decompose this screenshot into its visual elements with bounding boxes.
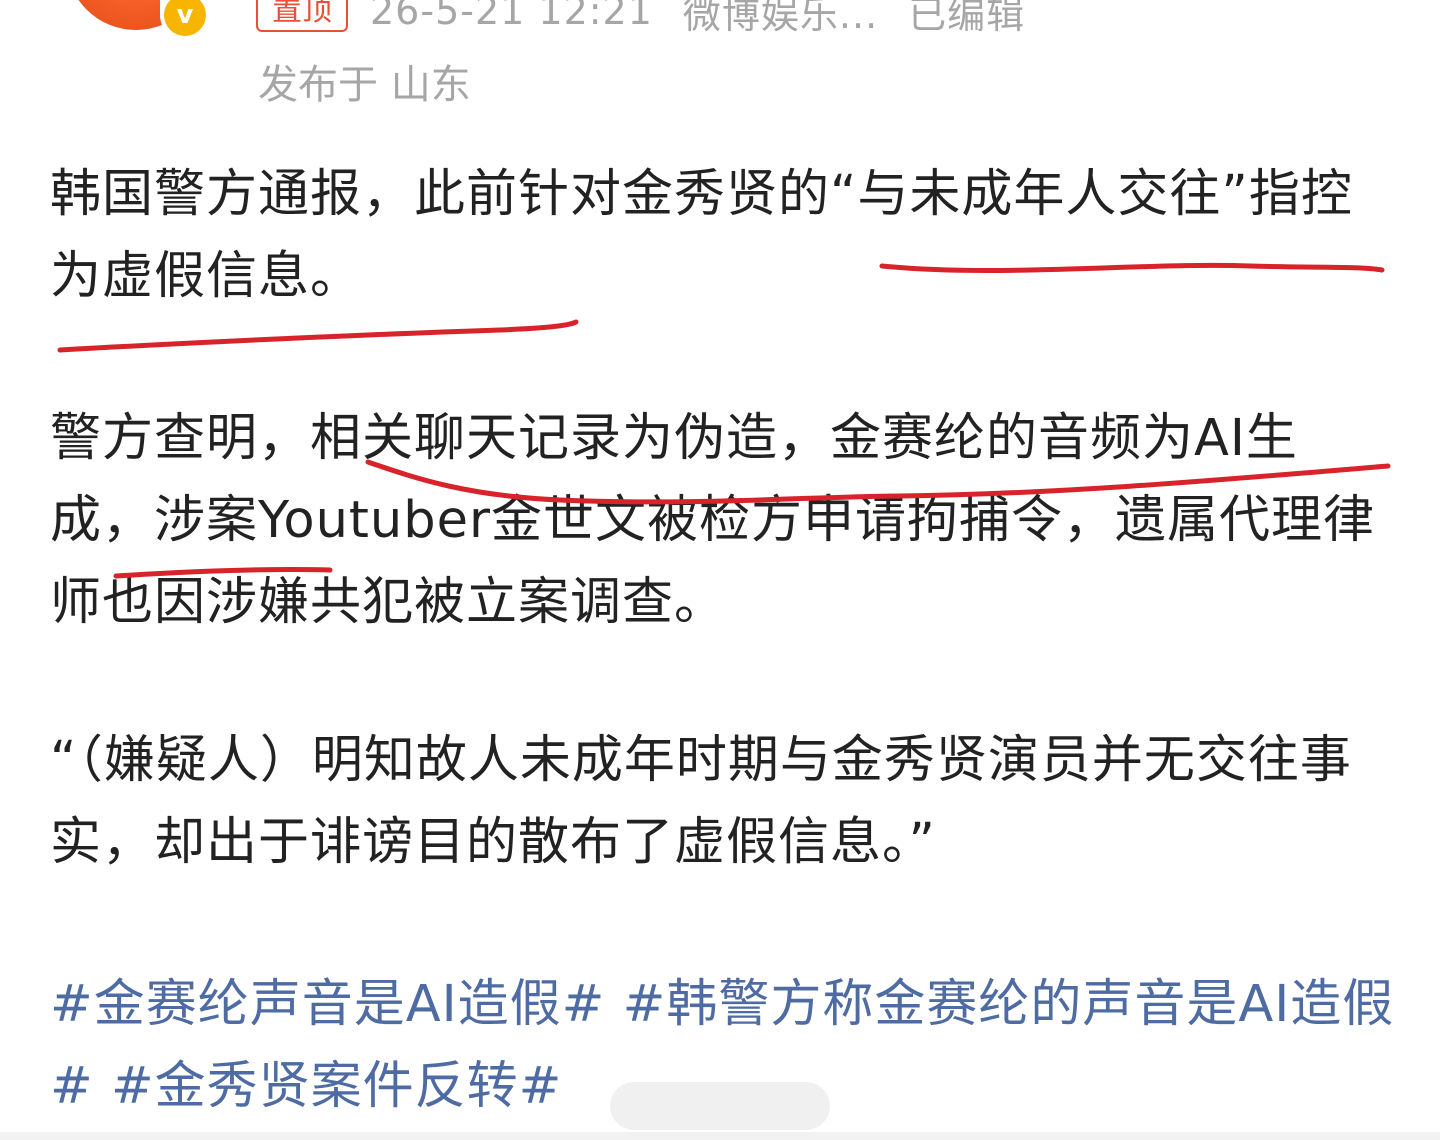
pinned-tag: 置顶 — [256, 0, 348, 32]
watermark — [610, 1082, 830, 1130]
edited-label[interactable]: 已编辑 — [908, 0, 1025, 39]
post-location: 发布于 山东 — [258, 62, 471, 108]
hashtag-link[interactable]: #金赛纶声音是AI造假# — [50, 975, 605, 1034]
post-paragraph-2: 警方查明，相关聊天记录为伪造，金赛纶的音频为AI生成，涉案Youtuber金世文… — [50, 409, 1375, 632]
post-source[interactable]: 微博娱乐... — [683, 0, 878, 39]
verified-v-icon: v — [164, 0, 206, 36]
post-timestamp: 26-5-21 12:21 — [370, 0, 653, 33]
post-meta-row: 置顶 26-5-21 12:21 微博娱乐... 已编辑 — [256, 0, 1025, 39]
weibo-post-screenshot: v 置顶 26-5-21 12:21 微博娱乐... 已编辑 发布于 山东 韩国… — [0, 0, 1440, 1140]
post-paragraph-3: “（嫌疑人）明知故人未成年时期与金秀贤演员并无交往事实，却出于诽谤目的散布了虚假… — [50, 731, 1352, 872]
post-paragraph-1: 韩国警方通报，此前针对金秀贤的“与未成年人交往”指控为虚假信息。 — [50, 165, 1353, 306]
verified-badge: v — [160, 0, 210, 40]
annotation-underline — [57, 319, 579, 353]
bottom-divider — [0, 1132, 1440, 1140]
hashtag-link[interactable]: #金秀贤案件反转# — [111, 1057, 562, 1116]
